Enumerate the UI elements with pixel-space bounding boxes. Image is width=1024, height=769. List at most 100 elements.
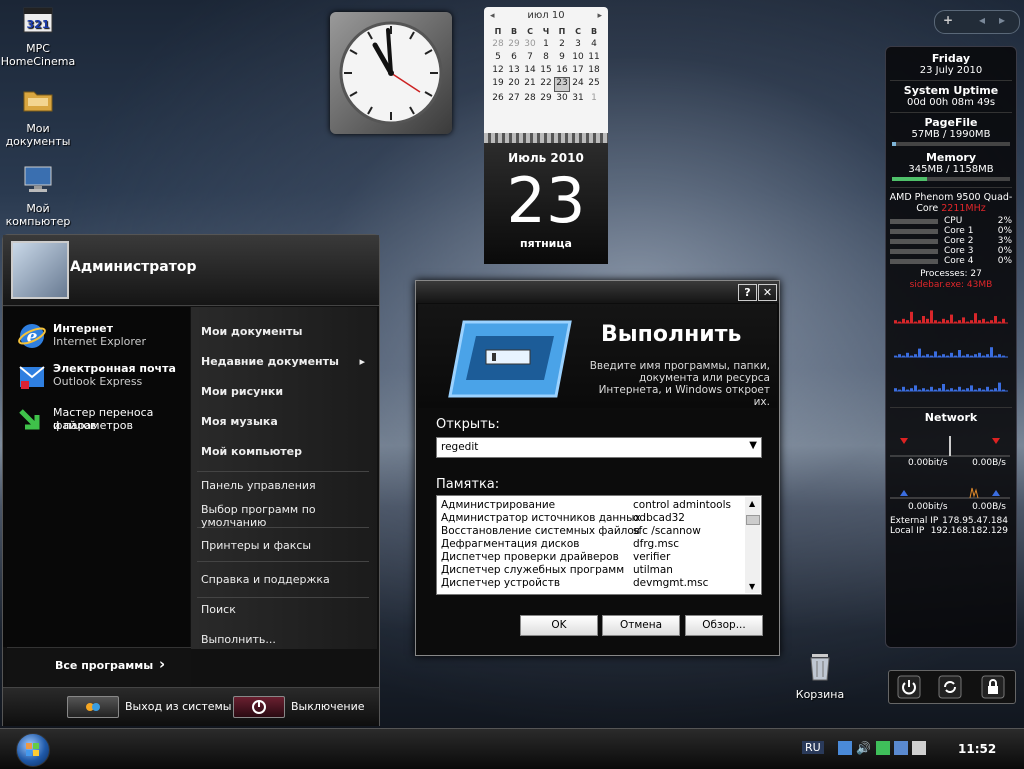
start-menu-item[interactable]: Мой компьютер <box>201 445 365 458</box>
start-button[interactable] <box>16 733 50 767</box>
memo-row[interactable]: Дефрагментация дисков dfrg.msc <box>441 538 751 551</box>
start-menu-item[interactable]: Панель управления <box>201 479 365 492</box>
memo-row[interactable]: Восстановление системных файлов sfc /scan… <box>441 525 751 538</box>
next-gadget-button[interactable]: ▸ <box>999 13 1005 27</box>
calendar-day[interactable]: 27 <box>506 92 522 105</box>
calendar-day[interactable]: 29 <box>538 92 554 105</box>
calendar-today[interactable]: 23 <box>554 77 570 92</box>
start-menu-item[interactable]: Поиск <box>201 603 365 616</box>
monitor-tray-icon[interactable] <box>912 741 926 755</box>
start-menu-item[interactable]: Выбор программ по умолчанию <box>201 503 365 529</box>
lan-tray-icon[interactable] <box>894 741 908 755</box>
desktop-icon-mpc-homecinema[interactable]: 321 MPC HomeCinema <box>0 4 76 68</box>
calendar-day[interactable]: 22 <box>538 77 554 90</box>
start-menu-item[interactable]: Выполнить... <box>201 633 365 646</box>
memo-scrollbar[interactable]: ▲ ▼ <box>745 497 760 593</box>
pinned-transfer-wizard[interactable]: Мастер переноса файлов и параметров <box>11 403 187 439</box>
language-indicator[interactable]: RU <box>802 741 824 754</box>
desktop-icon-my-computer[interactable]: Мой компьютер <box>0 164 76 228</box>
calendar-day[interactable]: 21 <box>522 77 538 90</box>
add-gadget-button[interactable]: + <box>943 13 953 27</box>
memo-row[interactable]: Администрирование control admintools <box>441 499 751 512</box>
memo-row[interactable]: Диспетчер устройств devmgmt.msc <box>441 577 751 590</box>
volume-icon[interactable]: 🔊 <box>856 741 871 755</box>
calendar-day[interactable]: 3 <box>570 38 586 51</box>
start-menu-item[interactable]: Мои документы <box>201 325 365 338</box>
logoff-label[interactable]: Выход из системы <box>125 700 231 713</box>
calendar-day[interactable]: 26 <box>490 92 506 105</box>
calendar-day[interactable]: 30 <box>522 38 538 51</box>
calendar-day[interactable]: 11 <box>586 51 602 64</box>
calendar-day[interactable]: 20 <box>506 77 522 90</box>
taskbar-clock[interactable]: 11:52 <box>958 742 996 756</box>
start-menu-item[interactable]: Недавние документы ▸ <box>201 355 365 368</box>
open-input-value[interactable]: regedit <box>441 441 478 453</box>
memo-list[interactable]: Администрирование control admintools Админ… <box>436 495 762 595</box>
ok-button[interactable]: OK <box>520 615 598 636</box>
scroll-thumb[interactable] <box>746 515 760 525</box>
calendar-day[interactable]: 16 <box>554 64 570 77</box>
calendar-day[interactable]: 30 <box>554 92 570 105</box>
calendar-day[interactable]: 14 <box>522 64 538 77</box>
chevron-down-icon[interactable]: ▼ <box>749 440 757 451</box>
shutdown-label[interactable]: Выключение <box>291 700 365 713</box>
calendar-day[interactable]: 28 <box>490 38 506 51</box>
calendar-day[interactable]: 8 <box>538 51 554 64</box>
calendar-day[interactable]: 7 <box>522 51 538 64</box>
pinned-internet-explorer[interactable]: e Интернет Internet Explorer <box>11 319 187 355</box>
start-menu-item[interactable]: Справка и поддержка <box>201 573 365 586</box>
logoff-button[interactable] <box>67 696 119 718</box>
power-icon[interactable] <box>897 675 921 699</box>
calendar-day[interactable]: 29 <box>506 38 522 51</box>
calendar-day[interactable]: 1 <box>538 38 554 51</box>
start-menu-item[interactable]: Мои рисунки <box>201 385 365 398</box>
memo-row[interactable]: Администратор источников данных odbcad32 <box>441 512 751 525</box>
help-button[interactable]: ? <box>738 284 757 301</box>
calendar-day[interactable]: 6 <box>506 51 522 64</box>
start-menu-item[interactable]: Принтеры и факсы <box>201 539 365 552</box>
graph-bar <box>998 382 1001 391</box>
calendar-day[interactable]: 18 <box>586 64 602 77</box>
memo-row[interactable]: Диспетчер служебных программ utilman <box>441 564 751 577</box>
all-programs-button[interactable]: Все программы › <box>7 647 191 686</box>
calendar-prev-icon[interactable]: ◂ <box>490 7 495 25</box>
pinned-outlook-express[interactable]: Электронная почта Outlook Express <box>11 359 187 395</box>
calendar-day[interactable]: 13 <box>506 64 522 77</box>
graph-bar <box>910 311 913 323</box>
lock-icon[interactable] <box>981 675 1005 699</box>
user-avatar[interactable] <box>11 241 69 299</box>
network-tray-icon[interactable] <box>838 741 852 755</box>
scroll-down-icon[interactable]: ▼ <box>749 582 755 591</box>
desktop-icon-my-documents[interactable]: Мои документы <box>0 84 76 148</box>
calendar-day[interactable]: 24 <box>570 77 586 90</box>
prev-gadget-button[interactable]: ◂ <box>979 13 985 27</box>
calendar-day[interactable]: 28 <box>522 92 538 105</box>
cancel-button[interactable]: Отмена <box>602 615 680 636</box>
calendar-day[interactable]: 9 <box>554 51 570 64</box>
calendar-day[interactable]: 15 <box>538 64 554 77</box>
calendar-day[interactable]: 17 <box>570 64 586 77</box>
calendar-day[interactable]: 4 <box>586 38 602 51</box>
memo-row[interactable]: Диспетчер проверки драйверов verifier <box>441 551 751 564</box>
start-menu-item[interactable]: Моя музыка <box>201 415 365 428</box>
restart-icon[interactable] <box>938 675 962 699</box>
graph-bar <box>986 321 989 323</box>
calendar-day[interactable]: 2 <box>554 38 570 51</box>
open-combobox[interactable]: regedit ▼ <box>436 437 762 458</box>
calendar-day[interactable]: 10 <box>570 51 586 64</box>
scroll-up-icon[interactable]: ▲ <box>749 499 755 508</box>
desktop-icon-recycle-bin[interactable]: Корзина <box>790 650 850 701</box>
calendar-day[interactable]: 5 <box>490 51 506 64</box>
browse-button[interactable]: Обзор... <box>685 615 763 636</box>
calendar-gadget[interactable]: ◂ июл 10 ▸ П В С Ч П С В 28 29 30 1 2 3 4 5 6 7 8 9 10 11 12 1… <box>484 7 608 264</box>
calendar-day[interactable]: 25 <box>586 77 602 90</box>
calendar-next-icon[interactable]: ▸ <box>597 7 602 25</box>
clock-gadget[interactable] <box>330 12 452 134</box>
calendar-day[interactable]: 1 <box>586 92 602 105</box>
close-button[interactable]: ✕ <box>758 284 777 301</box>
shutdown-button[interactable] <box>233 696 285 718</box>
calendar-day[interactable]: 31 <box>570 92 586 105</box>
calendar-day[interactable]: 12 <box>490 64 506 77</box>
calendar-day[interactable]: 19 <box>490 77 506 90</box>
security-tray-icon[interactable] <box>876 741 890 755</box>
